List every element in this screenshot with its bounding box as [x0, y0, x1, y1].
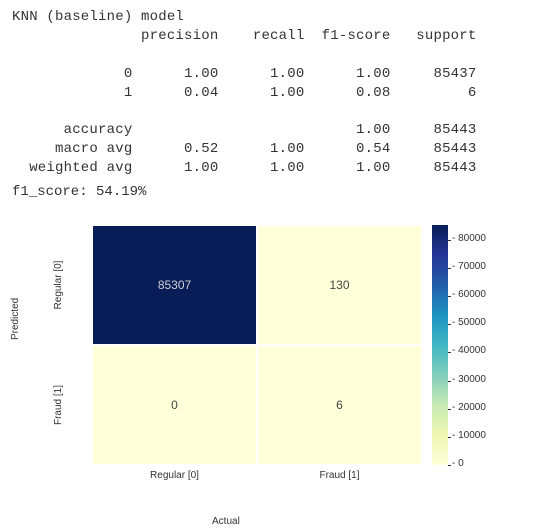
colorbar-tick: - 50000 — [452, 317, 486, 328]
y-axis-ticks: Regular [0] Fraud [1] — [24, 225, 92, 465]
colorbar-tick: - 20000 — [452, 402, 486, 413]
colorbar — [432, 225, 448, 465]
heatmap-grid: 85307 130 0 6 — [92, 225, 422, 465]
f1-score-line: f1_score: 54.19% — [12, 184, 521, 200]
colorbar-tick: - 10000 — [452, 430, 486, 441]
heatmap-cell: 130 — [257, 225, 422, 345]
colorbar-tick: - 80000 — [452, 233, 486, 244]
page-root: KNN (baseline) model precision recall f1… — [0, 0, 533, 532]
x-axis-label: Actual — [212, 516, 240, 527]
heatmap-cell: 85307 — [92, 225, 257, 345]
colorbar-tick: - 0 — [452, 458, 464, 469]
confusion-matrix-chart: Predicted Regular [0] Fraud [1] 85307 13… — [12, 225, 512, 525]
heatmap-cell: 6 — [257, 345, 422, 465]
classification-report: KNN (baseline) model precision recall f1… — [12, 8, 521, 178]
colorbar-tick: - 30000 — [452, 374, 486, 385]
colorbar-tick: - 70000 — [452, 261, 486, 272]
colorbar-tick: - 60000 — [452, 289, 486, 300]
x-axis-ticks: Regular [0] Fraud [1] — [92, 470, 422, 486]
heatmap-cell: 0 — [92, 345, 257, 465]
x-tick: Fraud [1] — [257, 470, 422, 481]
colorbar-ticks: - 80000 - 70000 - 60000 - 50000 - 40000 - 300… — [452, 220, 512, 470]
colorbar-tick: - 40000 — [452, 345, 486, 356]
x-tick: Regular [0] — [92, 470, 257, 481]
